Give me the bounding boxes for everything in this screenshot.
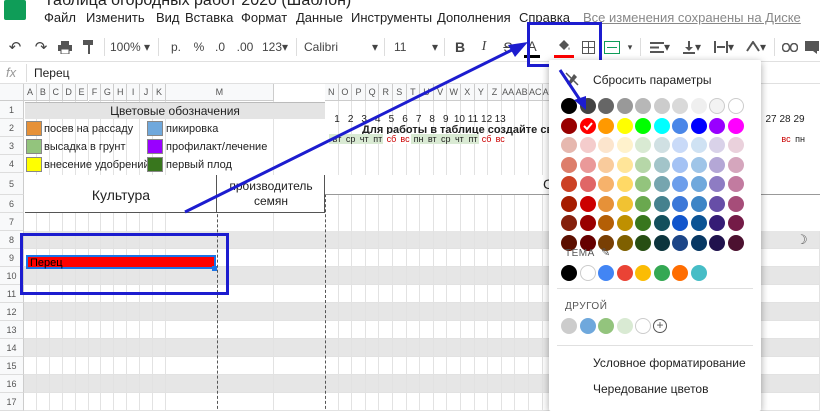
annotation-arrows xyxy=(184,42,586,214)
